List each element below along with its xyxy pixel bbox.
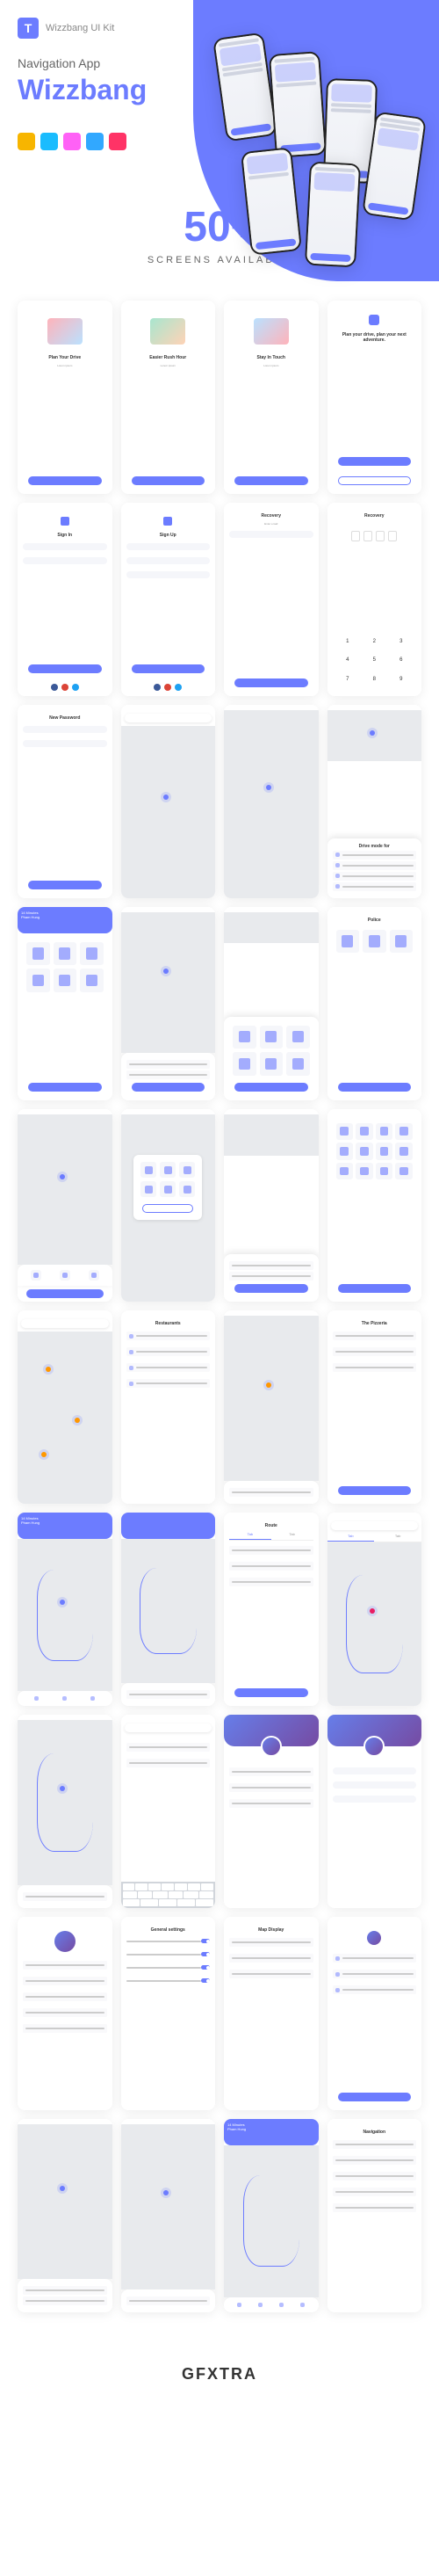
screen-map-pins	[18, 1310, 112, 1504]
screen-map-final-1	[18, 2119, 112, 2312]
screen-title: General settings	[126, 1927, 211, 1933]
screen-nav-alt	[121, 1513, 216, 1706]
screen-map-info	[121, 907, 216, 1100]
screens-grid: Plan Your DriveLorem ipsum Easier Rush H…	[0, 292, 439, 2347]
screen-general-settings: General settings	[121, 1917, 216, 2110]
screen-title: Sign In	[23, 533, 107, 538]
invision-icon	[109, 133, 126, 150]
screen-title: Easier Rush Hour	[126, 355, 211, 360]
screen-recovery-pin: Recovery123456789	[327, 503, 422, 696]
screen-map-categories	[224, 1109, 319, 1303]
sketch-icon	[18, 133, 35, 150]
screen-title: Police	[333, 918, 417, 923]
screen-pizzeria: The Pizzeria	[327, 1310, 422, 1504]
phone-mockup	[241, 147, 302, 255]
screen-categories-full	[327, 1109, 422, 1303]
screen-profile-edit	[327, 1715, 422, 1908]
screen-new-password: New Password	[18, 705, 112, 898]
watermark-text: GFXTRA	[18, 2365, 421, 2384]
phone-mockup-cluster	[202, 26, 430, 272]
screen-title: The Pizzeria	[333, 1321, 417, 1326]
screen-map-actions	[18, 1109, 112, 1303]
screen-signin: Sign In	[18, 503, 112, 696]
screen-map-basic	[224, 705, 319, 898]
kit-name-label: Wizzbang UI Kit	[46, 23, 114, 33]
figma-icon	[40, 133, 58, 150]
photoshop-icon	[86, 133, 104, 150]
screen-signup: Sign Up	[121, 503, 216, 696]
screen-title: Map Display	[229, 1927, 313, 1933]
screen-onboarding-3: Stay In TouchLorem ipsum	[224, 301, 319, 494]
screen-map-final-2	[121, 2119, 216, 2312]
screen-profile	[224, 1715, 319, 1908]
screen-route-options: RouteTabTab	[224, 1513, 319, 1706]
screen-settings-list	[327, 1917, 422, 2110]
app-logo-icon: T	[18, 18, 39, 39]
screen-title: Plan your drive, plan your next adventur…	[333, 332, 417, 343]
street-label: Pham Hung	[21, 915, 109, 919]
screen-map-display: Map Display	[224, 1917, 319, 2110]
screen-route-map: TabTab	[327, 1513, 422, 1706]
screen-search-keyboard	[121, 1715, 216, 1908]
screen-title: Route	[229, 1523, 313, 1528]
screen-navigation-settings: Navigation	[327, 2119, 422, 2312]
screen-police: Police	[327, 907, 422, 1100]
screen-nav-final: 14 MinutesPham Hung	[224, 2119, 319, 2312]
screen-map-modal	[121, 1109, 216, 1303]
screen-profile-avatar	[18, 1917, 112, 2110]
header-section: T Wizzbang UI Kit Navigation App Wizzban…	[0, 0, 439, 168]
screen-drive-mode: Drive mode for	[327, 705, 422, 898]
screen-title: New Password	[23, 715, 107, 721]
screen-onboarding-2: Easier Rush HourLorem ipsum	[121, 301, 216, 494]
screen-recovery: RecoveryEnter email	[224, 503, 319, 696]
screen-restaurants: Restaurants	[121, 1310, 216, 1504]
screen-map-pin-detail	[224, 1310, 319, 1504]
screen-title: Recovery	[229, 513, 313, 519]
screen-title: Recovery	[333, 513, 417, 519]
phone-mockup	[305, 162, 361, 268]
screen-category-sheet	[224, 907, 319, 1100]
adobe-xd-icon	[63, 133, 81, 150]
screen-map-route-alt	[18, 1715, 112, 1908]
sheet-title: Drive mode for	[333, 844, 417, 849]
screen-nav-route: 14 MinutesPham Hung	[18, 1513, 112, 1706]
street-label: Pham Hung	[227, 2127, 315, 2131]
screen-onboarding-1: Plan Your DriveLorem ipsum	[18, 301, 112, 494]
screen-title: Plan Your Drive	[23, 355, 107, 360]
screen-nav-detail: 14 MinutesPham Hung	[18, 907, 112, 1100]
street-label: Pham Hung	[21, 1520, 109, 1525]
phone-mockup	[212, 33, 277, 142]
screen-title: Sign Up	[126, 533, 211, 538]
screen-map-search	[121, 705, 216, 898]
phone-mockup	[269, 51, 327, 158]
footer-watermark: GFXTRA	[0, 2347, 439, 2401]
screen-title: Navigation	[333, 2130, 417, 2135]
screen-title: Stay In Touch	[229, 355, 313, 360]
screen-title: Restaurants	[126, 1321, 211, 1326]
screen-onboarding-4: Plan your drive, plan your next adventur…	[327, 301, 422, 494]
